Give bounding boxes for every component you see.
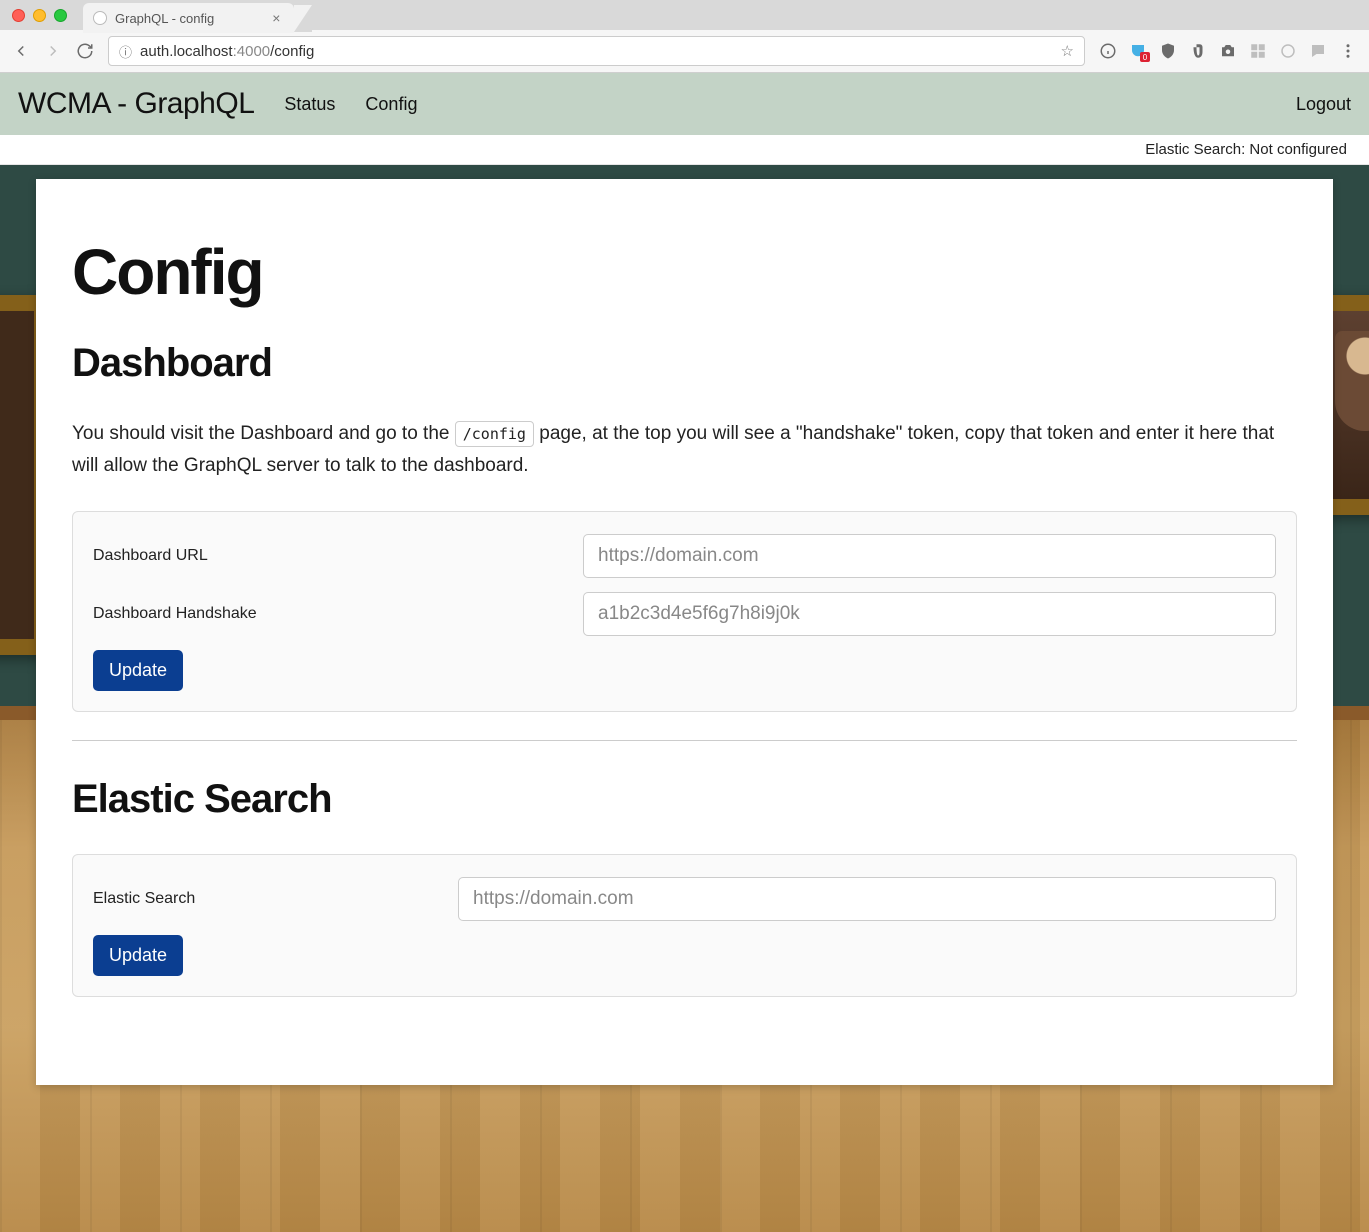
chat-icon[interactable]: [1309, 42, 1327, 60]
camera-icon[interactable]: [1219, 42, 1237, 60]
dashboard-update-button[interactable]: Update: [93, 650, 183, 691]
backdrop: Config Dashboard You should visit the Da…: [0, 165, 1369, 1232]
info-circle-icon[interactable]: [1099, 42, 1117, 60]
dashboard-handshake-input[interactable]: [583, 592, 1276, 636]
intro-pre: You should visit the Dashboard and go to…: [72, 423, 455, 444]
logout-link[interactable]: Logout: [1296, 94, 1351, 115]
elastic-label: Elastic Search: [93, 890, 458, 908]
app-title: WCMA - GraphQL: [18, 87, 254, 121]
browser-tab[interactable]: GraphQL - config ×: [83, 3, 294, 33]
minimize-window-button[interactable]: [33, 9, 46, 22]
evernote-icon[interactable]: [1189, 42, 1207, 60]
page: WCMA - GraphQL Status Config Logout Elas…: [0, 73, 1369, 1232]
tab-close-icon[interactable]: ×: [272, 10, 280, 26]
dashboard-handshake-label: Dashboard Handshake: [93, 605, 583, 623]
dashboard-intro: You should visit the Dashboard and go to…: [72, 418, 1297, 483]
browser-toolbar: ⓘ auth.localhost:4000/config ☆ 0: [0, 30, 1369, 73]
elastic-input[interactable]: [458, 877, 1276, 921]
url-port: :4000: [233, 43, 271, 60]
browser-chrome: GraphQL - config × ⓘ auth.localhost:4000…: [0, 0, 1369, 73]
page-title: Config: [72, 235, 1297, 309]
tab-favicon: [93, 11, 107, 25]
grid-icon[interactable]: [1249, 42, 1267, 60]
app-nav: Status Config: [284, 94, 417, 115]
address-bar[interactable]: ⓘ auth.localhost:4000/config ☆: [108, 36, 1085, 66]
nav-status[interactable]: Status: [284, 94, 335, 115]
dashboard-panel: Dashboard URL Dashboard Handshake Update: [72, 511, 1297, 712]
elastic-row: Elastic Search: [93, 877, 1276, 921]
fullscreen-window-button[interactable]: [54, 9, 67, 22]
app-header: WCMA - GraphQL Status Config Logout: [0, 73, 1369, 135]
dashboard-url-input[interactable]: [583, 534, 1276, 578]
forward-button[interactable]: [44, 42, 62, 60]
menu-dots-icon[interactable]: [1339, 42, 1357, 60]
back-button[interactable]: [12, 42, 30, 60]
elastic-update-button[interactable]: Update: [93, 935, 183, 976]
status-strip: Elastic Search: Not configured: [0, 135, 1369, 165]
reload-button[interactable]: [76, 42, 94, 60]
dashboard-url-row: Dashboard URL: [93, 534, 1276, 578]
divider: [72, 740, 1297, 741]
circle-icon[interactable]: [1279, 42, 1297, 60]
tab-title: GraphQL - config: [115, 11, 214, 26]
dashboard-heading: Dashboard: [72, 341, 1297, 386]
url-path: /config: [270, 43, 314, 60]
elastic-panel: Elastic Search Update: [72, 854, 1297, 997]
bookmark-star-icon[interactable]: ☆: [1061, 42, 1074, 60]
shield-icon[interactable]: [1159, 42, 1177, 60]
status-text: Elastic Search: Not configured: [1145, 141, 1347, 158]
dashboard-url-label: Dashboard URL: [93, 547, 583, 565]
elastic-heading: Elastic Search: [72, 777, 1297, 822]
nav-config[interactable]: Config: [365, 94, 417, 115]
close-window-button[interactable]: [12, 9, 25, 22]
tab-angle: [294, 5, 312, 32]
pocket-icon[interactable]: 0: [1129, 42, 1147, 60]
content-card: Config Dashboard You should visit the Da…: [36, 179, 1333, 1085]
site-info-icon[interactable]: ⓘ: [119, 42, 132, 61]
config-path-code: /config: [455, 421, 534, 447]
dashboard-handshake-row: Dashboard Handshake: [93, 592, 1276, 636]
window-controls: [12, 9, 67, 22]
url-host: auth.localhost: [140, 43, 233, 60]
browser-titlebar: GraphQL - config ×: [0, 0, 1369, 30]
extension-icons: 0: [1099, 42, 1357, 60]
